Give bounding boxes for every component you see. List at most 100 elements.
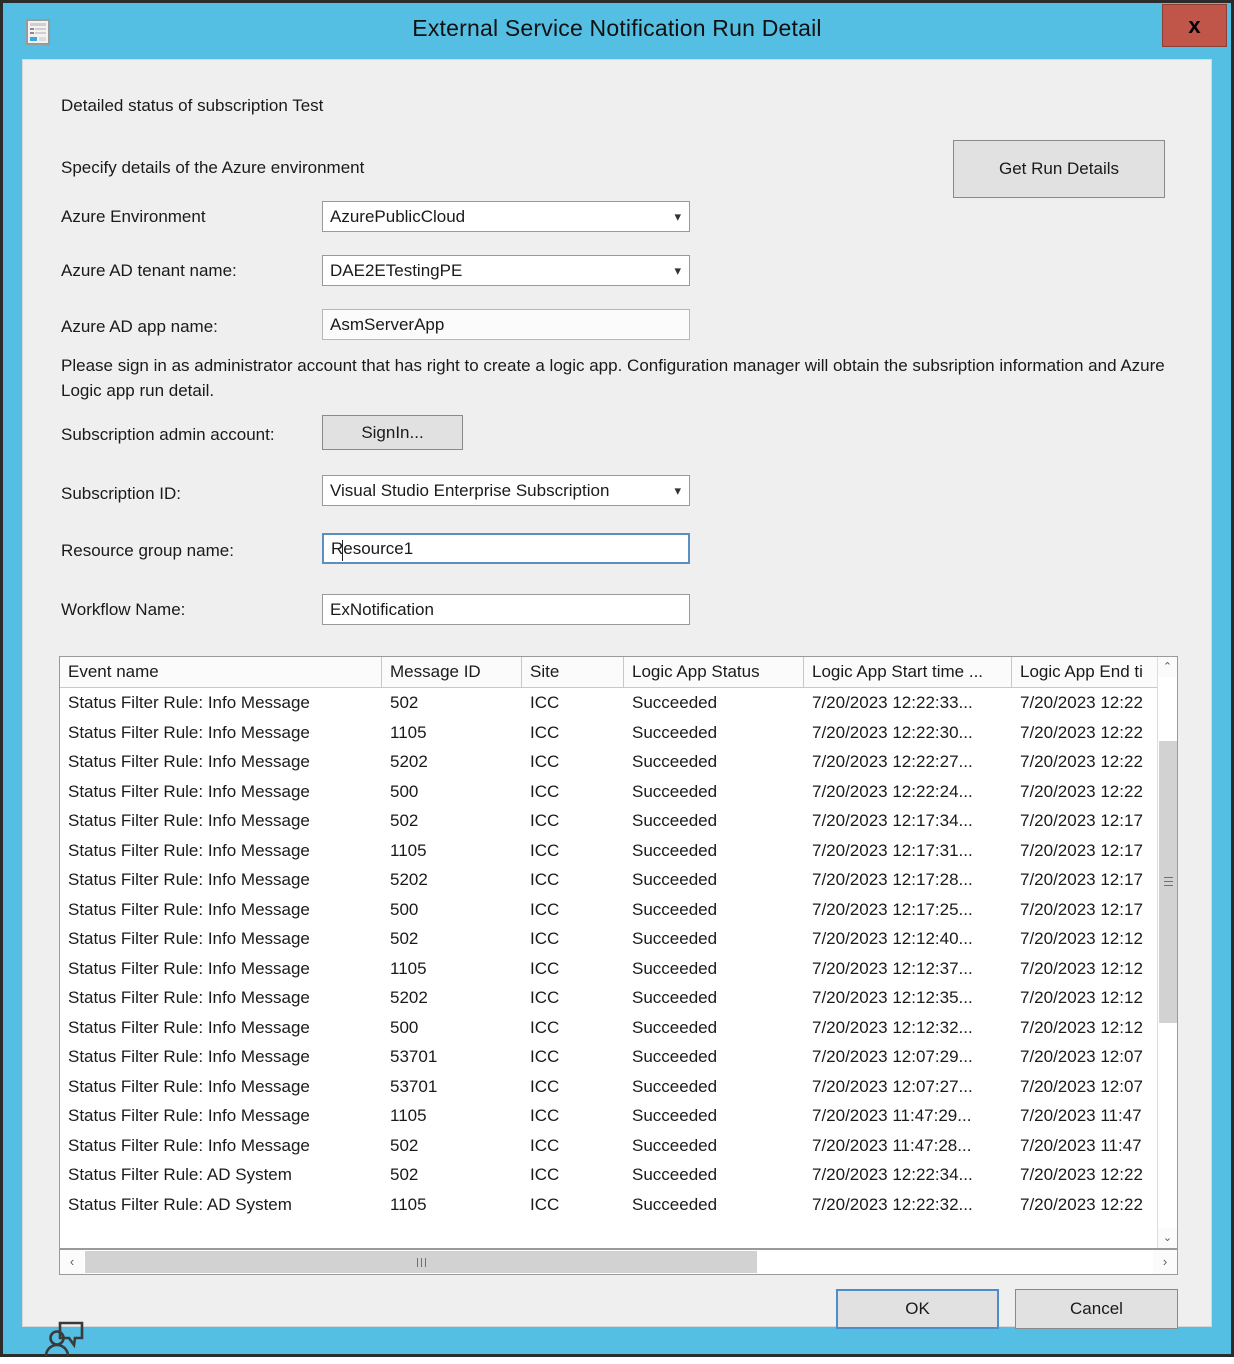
table-row[interactable]: Status Filter Rule: Info Message 502 ICC Su… xyxy=(60,806,1160,836)
table-column-header[interactable]: Message ID xyxy=(382,657,522,687)
scroll-left-button[interactable]: ‹ xyxy=(60,1250,84,1274)
table-cell: Status Filter Rule: Info Message xyxy=(68,1106,310,1125)
table-cell: 7/20/2023 12:17 xyxy=(1020,840,1143,860)
table-cell: Status Filter Rule: Info Message xyxy=(68,1076,310,1096)
table-cell: Status Filter Rule: Info Message xyxy=(68,870,310,889)
table-cell: 7/20/2023 12:12:37... xyxy=(812,958,973,978)
table-column-header[interactable]: Event name xyxy=(60,657,382,687)
table-cell: Status Filter Rule: AD System xyxy=(68,1165,292,1184)
subscription-id-combobox[interactable]: Visual Studio Enterprise Subscription ▾ xyxy=(322,475,690,506)
table-cell: Succeeded xyxy=(632,722,718,742)
table-cell: 7/20/2023 12:12:35... xyxy=(812,988,973,1007)
table-row[interactable]: Status Filter Rule: Info Message 5202 ICC S… xyxy=(60,983,1160,1013)
table-column-header[interactable]: Logic App Status xyxy=(624,657,804,687)
table-cell: Succeeded xyxy=(632,988,718,1007)
table-cell: 500 xyxy=(390,781,419,801)
table-row[interactable]: Status Filter Rule: Info Message 5202 ICC S… xyxy=(60,747,1160,777)
table-cell: 7/20/2023 12:22:24... xyxy=(812,781,973,801)
table-row[interactable]: Status Filter Rule: AD System 502 ICC Succe… xyxy=(60,1160,1160,1190)
table-row[interactable]: Status Filter Rule: Info Message 500 ICC Su… xyxy=(60,777,1160,807)
resource-group-input[interactable]: Resource1 xyxy=(322,533,690,564)
table-cell: 7/20/2023 12:12 xyxy=(1020,1017,1143,1037)
table-cell: 7/20/2023 12:17:31... xyxy=(812,840,973,860)
get-run-details-button[interactable]: Get Run Details xyxy=(953,140,1165,198)
table-row[interactable]: Status Filter Rule: Info Message 1105 ICC S… xyxy=(60,718,1160,748)
subscription-id-value: Visual Studio Enterprise Subscription xyxy=(330,481,610,500)
table-cell: Succeeded xyxy=(632,1106,718,1125)
label-tenant-name: Azure AD tenant name: xyxy=(61,261,237,280)
table-row[interactable]: Status Filter Rule: Info Message 53701 ICC… xyxy=(60,1072,1160,1102)
table-vertical-scrollbar[interactable]: ⌃ ⌄ xyxy=(1157,657,1177,1248)
scroll-up-button[interactable]: ⌃ xyxy=(1158,657,1177,677)
table-cell: ICC xyxy=(530,840,560,860)
label-azure-environment: Azure Environment xyxy=(61,207,206,226)
table-cell: Succeeded xyxy=(632,1165,718,1184)
table-cell: Status Filter Rule: Info Message xyxy=(68,752,310,771)
run-detail-table: Event name Message ID Site Logic App Status… xyxy=(59,656,1178,1249)
table-cell: 1105 xyxy=(390,1194,427,1214)
table-cell: ICC xyxy=(530,1194,560,1214)
table-row[interactable]: Status Filter Rule: Info Message 502 ICC Su… xyxy=(60,1131,1160,1161)
table-cell: ICC xyxy=(530,1076,560,1096)
table-column-header[interactable]: Site xyxy=(522,657,624,687)
table-row[interactable]: Status Filter Rule: Info Message 1105 ICC S… xyxy=(60,1101,1160,1131)
table-row[interactable]: Status Filter Rule: Info Message 500 ICC Su… xyxy=(60,895,1160,925)
table-row[interactable]: Status Filter Rule: Info Message 5202 ICC S… xyxy=(60,865,1160,895)
chevron-down-icon: ▾ xyxy=(674,209,681,224)
ok-button[interactable]: OK xyxy=(836,1289,999,1329)
table-cell: 502 xyxy=(390,693,419,712)
tenant-name-combobox[interactable]: DAE2ETestingPE ▾ xyxy=(322,255,690,286)
person-feedback-icon[interactable] xyxy=(43,1315,87,1359)
dialog-body: Detailed status of subscription Test Spe… xyxy=(22,59,1212,1357)
table-cell: 5202 xyxy=(390,752,428,771)
table-cell: Succeeded xyxy=(632,870,718,889)
table-row[interactable]: Status Filter Rule: Info Message 53701 ICC… xyxy=(60,1042,1160,1072)
scroll-right-button[interactable]: › xyxy=(1153,1250,1177,1274)
table-cell: Status Filter Rule: Info Message xyxy=(68,693,310,712)
table-cell: Succeeded xyxy=(632,1047,718,1066)
table-row[interactable]: Status Filter Rule: Info Message 500 ICC Su… xyxy=(60,1013,1160,1043)
table-cell: ICC xyxy=(530,1017,560,1037)
table-header-row: Event name Message ID Site Logic App Status… xyxy=(60,657,1177,688)
table-cell: Succeeded xyxy=(632,811,718,830)
horizontal-scroll-thumb[interactable] xyxy=(85,1251,757,1273)
table-row[interactable]: Status Filter Rule: AD System 1105 ICC Succ… xyxy=(60,1190,1160,1220)
table-cell: Status Filter Rule: Info Message xyxy=(68,840,310,860)
app-name-input[interactable]: AsmServerApp xyxy=(322,309,690,340)
app-name-value: AsmServerApp xyxy=(330,315,445,334)
table-cell: 7/20/2023 11:47:29... xyxy=(812,1106,972,1125)
workflow-name-input[interactable]: ExNotification xyxy=(322,594,690,625)
label-app-name: Azure AD app name: xyxy=(61,317,218,336)
signin-button[interactable]: SignIn... xyxy=(322,415,463,450)
table-row[interactable]: Status Filter Rule: Info Message 502 ICC Su… xyxy=(60,688,1160,718)
table-cell: ICC xyxy=(530,929,560,948)
close-icon[interactable]: x xyxy=(1162,4,1227,47)
cancel-button[interactable]: Cancel xyxy=(1015,1289,1178,1329)
table-cell: ICC xyxy=(530,1106,560,1125)
label-workflow-name: Workflow Name: xyxy=(61,600,186,619)
table-column-header[interactable]: Logic App End ti xyxy=(1012,657,1160,687)
table-cell: ICC xyxy=(530,988,560,1007)
vertical-scroll-thumb[interactable] xyxy=(1159,741,1177,1023)
table-cell: 7/20/2023 12:22:27... xyxy=(812,752,973,771)
table-cell: ICC xyxy=(530,899,560,919)
table-cell: 7/20/2023 12:22 xyxy=(1020,693,1143,712)
table-cell: Succeeded xyxy=(632,1135,718,1155)
azure-environment-combobox[interactable]: AzurePublicCloud ▾ xyxy=(322,201,690,232)
scroll-down-button[interactable]: ⌄ xyxy=(1158,1228,1177,1248)
title-bar: External Service Notification Run Detail… xyxy=(3,3,1231,59)
table-cell: Succeeded xyxy=(632,693,718,712)
table-horizontal-scrollbar[interactable]: ‹ › xyxy=(59,1249,1178,1275)
chevron-down-icon: ▾ xyxy=(674,263,681,278)
table-cell: Status Filter Rule: Info Message xyxy=(68,811,310,830)
table-cell: 7/20/2023 12:22 xyxy=(1020,752,1143,771)
table-row[interactable]: Status Filter Rule: Info Message 1105 ICC S… xyxy=(60,954,1160,984)
table-row[interactable]: Status Filter Rule: Info Message 502 ICC Su… xyxy=(60,924,1160,954)
table-cell: Status Filter Rule: Info Message xyxy=(68,781,310,801)
table-cell: Status Filter Rule: AD System xyxy=(68,1194,292,1214)
table-row[interactable]: Status Filter Rule: Info Message 1105 ICC S… xyxy=(60,836,1160,866)
table-cell: 502 xyxy=(390,929,419,948)
table-column-header[interactable]: Logic App Start time ... xyxy=(804,657,1012,687)
table-cell: ICC xyxy=(530,870,560,889)
table-cell: Status Filter Rule: Info Message xyxy=(68,899,310,919)
